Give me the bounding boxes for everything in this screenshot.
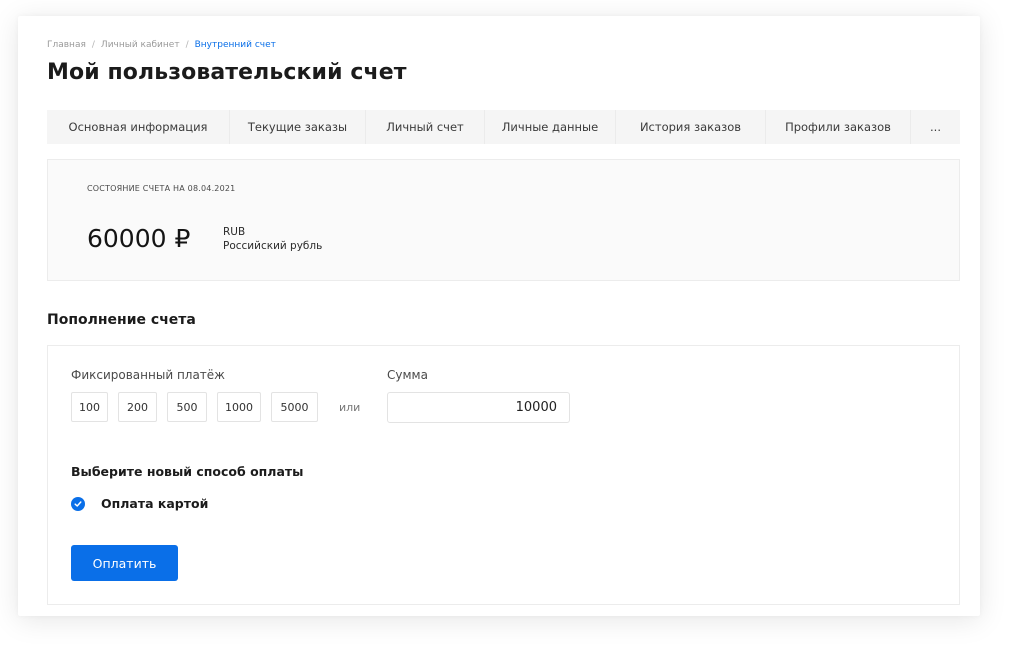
tab-personal-account[interactable]: Личный счет <box>366 110 485 144</box>
breadcrumb: Главная / Личный кабинет / Внутренний сч… <box>47 40 276 50</box>
tab-order-history[interactable]: История заказов <box>616 110 766 144</box>
payment-method-label: Оплата картой <box>101 496 209 511</box>
sum-label: Сумма <box>387 368 428 382</box>
pay-button[interactable]: Оплатить <box>71 545 178 581</box>
or-label: или <box>339 401 361 414</box>
sum-input[interactable] <box>387 392 570 423</box>
currency-code: RUB <box>223 226 246 238</box>
breadcrumb-separator: / <box>185 40 189 50</box>
balance-date-caption: СОСТОЯНИЕ СЧЕТА НА 08.04.2021 <box>87 184 236 193</box>
tab-personal-data[interactable]: Личные данные <box>485 110 616 144</box>
breadcrumb-home-link[interactable]: Главная <box>47 40 86 50</box>
amount-500-button[interactable]: 500 <box>167 392 207 422</box>
fixed-amount-group: 100 200 500 1000 5000 <box>71 392 328 422</box>
breadcrumb-current: Внутренний счет <box>194 40 276 50</box>
topup-panel: Фиксированный платёж 100 200 500 1000 50… <box>47 345 960 605</box>
balance-amount: 60000 ₽ <box>87 224 191 253</box>
amount-100-button[interactable]: 100 <box>71 392 108 422</box>
tabs-bar: Основная информация Текущие заказы Личны… <box>47 110 960 144</box>
payment-method-title: Выберите новый способ оплаты <box>71 464 304 479</box>
account-card: Главная / Личный кабинет / Внутренний сч… <box>18 16 980 616</box>
breadcrumb-separator: / <box>91 40 95 50</box>
fixed-payment-label: Фиксированный платёж <box>71 368 225 382</box>
topup-section-title: Пополнение счета <box>47 312 196 328</box>
page-title: Мой пользовательский счет <box>47 60 407 85</box>
payment-method-card-option[interactable]: Оплата картой <box>71 496 208 511</box>
tab-main-info[interactable]: Основная информация <box>47 110 230 144</box>
tab-more[interactable]: ... <box>911 110 960 144</box>
tab-current-orders[interactable]: Текущие заказы <box>230 110 366 144</box>
currency-name: Российский рубль <box>223 240 323 252</box>
amount-5000-button[interactable]: 5000 <box>271 392 318 422</box>
tab-order-profiles[interactable]: Профили заказов <box>766 110 911 144</box>
balance-panel: СОСТОЯНИЕ СЧЕТА НА 08.04.2021 60000 ₽ RU… <box>47 159 960 281</box>
breadcrumb-cabinet-link[interactable]: Личный кабинет <box>101 40 180 50</box>
amount-200-button[interactable]: 200 <box>118 392 157 422</box>
amount-1000-button[interactable]: 1000 <box>217 392 261 422</box>
check-circle-icon[interactable] <box>71 496 85 511</box>
